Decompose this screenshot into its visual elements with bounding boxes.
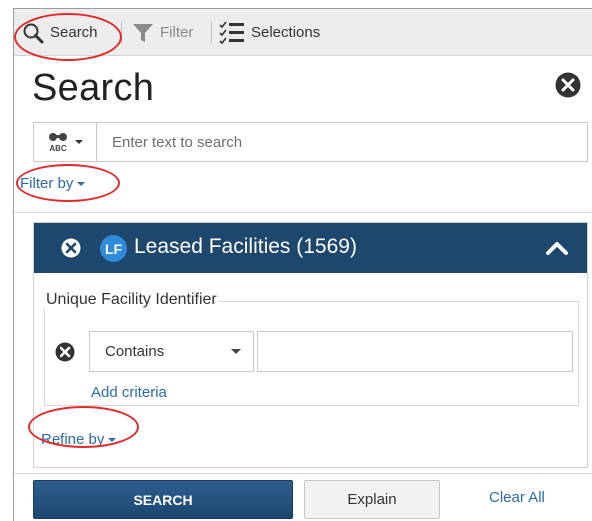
divider: [14, 473, 592, 474]
explain-button[interactable]: Explain: [304, 480, 440, 519]
toolbar-search-tab[interactable]: Search: [22, 9, 98, 56]
toolbar-selections-tab[interactable]: Selections: [219, 9, 320, 56]
layer-title: Leased Facilities (1569): [134, 235, 357, 258]
page-title: Search: [32, 67, 155, 109]
refine-by-label: Refine by: [41, 431, 105, 448]
remove-criteria-icon[interactable]: [55, 342, 75, 362]
chevron-down-icon: [77, 182, 86, 187]
operator-select[interactable]: Contains: [89, 331, 254, 372]
search-button[interactable]: SEARCH: [33, 480, 293, 519]
binoculars-abc-icon: ABC: [49, 133, 67, 153]
toolbar-filter-tab[interactable]: Filter: [132, 9, 193, 56]
refine-by-link[interactable]: Refine by: [41, 431, 117, 448]
chevron-down-icon: [108, 438, 117, 443]
criteria-value-input[interactable]: [257, 331, 573, 372]
svg-text:ABC: ABC: [49, 144, 67, 153]
magnifier-icon: [23, 23, 44, 43]
add-criteria-link[interactable]: Add criteria: [91, 384, 167, 401]
toolbar-filter-label: Filter: [160, 24, 194, 41]
funnel-icon: [133, 23, 153, 42]
toolbar-search-label: Search: [50, 24, 98, 41]
chevron-down-icon: [231, 349, 241, 354]
search-panel: Search Filter Selections Search ABC Ente…: [13, 8, 592, 521]
checklist-icon: [219, 21, 244, 44]
search-type-dropdown[interactable]: ABC: [34, 123, 97, 161]
toolbar-separator: [121, 22, 122, 44]
layer-criteria-panel: LF Leased Facilities (1569) Unique Facil…: [33, 222, 588, 468]
filter-by-label: Filter by: [20, 175, 74, 192]
filter-by-link[interactable]: Filter by: [20, 175, 86, 192]
operator-value: Contains: [105, 343, 165, 360]
remove-layer-icon[interactable]: [61, 238, 81, 258]
chevron-up-icon[interactable]: [545, 240, 569, 256]
search-box: ABC: [33, 122, 588, 162]
toolbar-separator: [211, 22, 212, 44]
search-input[interactable]: [98, 123, 587, 161]
clear-all-link[interactable]: Clear All: [489, 489, 545, 506]
field-label: Unique Facility Identifier: [44, 291, 219, 309]
divider: [14, 212, 592, 213]
toolbar-selections-label: Selections: [251, 24, 321, 41]
top-toolbar: Search Filter Selections: [14, 9, 592, 56]
chevron-down-icon: [75, 140, 83, 144]
close-panel-icon[interactable]: [555, 72, 581, 98]
layer-header[interactable]: LF Leased Facilities (1569): [34, 223, 587, 273]
layer-badge: LF: [100, 235, 127, 262]
